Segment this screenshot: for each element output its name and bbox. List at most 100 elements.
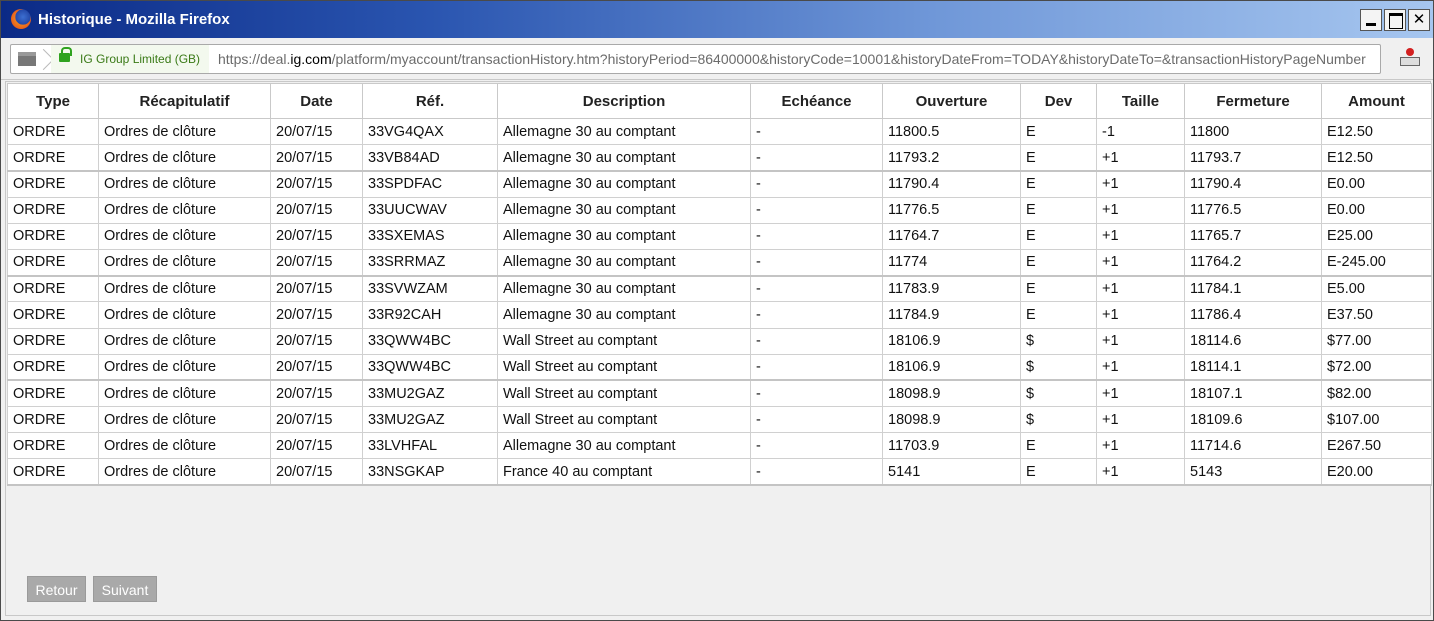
cell-description: Wall Street au comptant [497, 353, 751, 381]
table-row: ORDRE Ordres de clôture 20/07/15 33SPDFAC Al… [7, 169, 1432, 198]
cell-date: 20/07/15 [270, 274, 363, 303]
cell-opening: 18098.9 [882, 406, 1021, 434]
cell-description: Allemagne 30 au comptant [497, 301, 751, 329]
cell-amount: $72.00 [1321, 353, 1432, 381]
cell-summary: Ordres de clôture [98, 432, 271, 460]
cell-date: 20/07/15 [270, 169, 363, 198]
cell-summary: Ordres de clôture [98, 353, 271, 381]
cell-ref: 33LVHFAL [362, 432, 498, 460]
cell-date: 20/07/15 [270, 432, 363, 460]
cell-amount: E0.00 [1321, 196, 1432, 224]
table-row: ORDRE Ordres de clôture 20/07/15 33QWW4BC Wa… [7, 327, 1432, 355]
cell-closing: 11776.5 [1184, 196, 1322, 224]
title-bar[interactable]: Historique - Mozilla Firefox ✕ [1, 1, 1433, 38]
cell-closing: 11790.4 [1184, 169, 1322, 198]
column-header-description: Description [497, 83, 751, 119]
page-content: Type Récapitulatif Date Réf. Description Eché… [5, 81, 1432, 616]
table-row: ORDRE Ordres de clôture 20/07/15 33QWW4BC Wa… [7, 353, 1432, 381]
cell-amount: E37.50 [1321, 301, 1432, 329]
table-row: ORDRE Ordres de clôture 20/07/15 33VG4QAX Al… [7, 117, 1432, 146]
cell-description: Allemagne 30 au comptant [497, 169, 751, 198]
cell-type: ORDRE [7, 406, 99, 434]
column-header-amount: Amount [1321, 83, 1432, 119]
cell-currency: E [1020, 196, 1097, 224]
cell-amount: E0.00 [1321, 169, 1432, 198]
cell-amount: E25.00 [1321, 222, 1432, 250]
cell-currency: E [1020, 144, 1097, 172]
cell-date: 20/07/15 [270, 458, 363, 487]
cell-opening: 11774 [882, 248, 1021, 277]
cell-expiry: - [750, 406, 883, 434]
cell-summary: Ordres de clôture [98, 458, 271, 487]
url-path: /platform/myaccount/transactionHistory.h… [331, 51, 1366, 67]
url-bar[interactable]: IG Group Limited (GB) https://deal.ig.co… [10, 44, 1381, 74]
cell-ref: 33R92CAH [362, 301, 498, 329]
cell-expiry: - [750, 222, 883, 250]
cell-size: +1 [1096, 301, 1185, 329]
cell-description: Wall Street au comptant [497, 379, 751, 408]
cell-opening: 11784.9 [882, 301, 1021, 329]
url-text[interactable]: https://deal.ig.com/platform/myaccount/t… [218, 51, 1374, 67]
cell-type: ORDRE [7, 274, 99, 303]
cell-size: -1 [1096, 117, 1185, 146]
cell-currency: E [1020, 169, 1097, 198]
cell-date: 20/07/15 [270, 406, 363, 434]
cell-ref: 33QWW4BC [362, 327, 498, 355]
close-button[interactable]: ✕ [1408, 9, 1430, 31]
transaction-history-table: Type Récapitulatif Date Réf. Description Eché… [7, 83, 1432, 487]
window-title: Historique - Mozilla Firefox [38, 11, 230, 28]
cell-currency: E [1020, 301, 1097, 329]
cell-closing: 11793.7 [1184, 144, 1322, 172]
cell-description: Allemagne 30 au comptant [497, 196, 751, 224]
cell-ref: 33SPDFAC [362, 169, 498, 198]
maximize-button[interactable] [1384, 9, 1406, 31]
site-identity[interactable]: IG Group Limited (GB) [51, 45, 209, 73]
cell-closing: 18114.1 [1184, 353, 1322, 381]
cell-size: +1 [1096, 432, 1185, 460]
cell-summary: Ordres de clôture [98, 301, 271, 329]
cell-expiry: - [750, 117, 883, 146]
cell-description: Allemagne 30 au comptant [497, 117, 751, 146]
lock-icon [59, 47, 72, 62]
cell-opening: 11764.7 [882, 222, 1021, 250]
table-row: ORDRE Ordres de clôture 20/07/15 33SVWZAM Al… [7, 274, 1432, 303]
cell-currency: E [1020, 248, 1097, 277]
cell-summary: Ordres de clôture [98, 248, 271, 277]
cell-description: Allemagne 30 au comptant [497, 144, 751, 172]
cell-size: +1 [1096, 379, 1185, 408]
next-button[interactable]: Suivant [93, 576, 157, 602]
cell-date: 20/07/15 [270, 196, 363, 224]
table-header-row: Type Récapitulatif Date Réf. Description Eché… [7, 83, 1432, 119]
cell-currency: $ [1020, 327, 1097, 355]
cell-date: 20/07/15 [270, 248, 363, 277]
cell-opening: 11790.4 [882, 169, 1021, 198]
minimize-button[interactable] [1360, 9, 1382, 31]
table-row: ORDRE Ordres de clôture 20/07/15 33SRRMAZ Al… [7, 248, 1432, 277]
cell-summary: Ordres de clôture [98, 144, 271, 172]
cell-size: +1 [1096, 248, 1185, 277]
cell-size: +1 [1096, 274, 1185, 303]
cell-ref: 33QWW4BC [362, 353, 498, 381]
cell-ref: 33SVWZAM [362, 274, 498, 303]
column-header-size: Taille [1096, 83, 1185, 119]
cell-currency: E [1020, 222, 1097, 250]
cell-ref: 33VG4QAX [362, 117, 498, 146]
extension-icon[interactable] [1399, 48, 1420, 66]
cell-ref: 33UUCWAV [362, 196, 498, 224]
cell-summary: Ordres de clôture [98, 406, 271, 434]
cell-date: 20/07/15 [270, 327, 363, 355]
cell-amount: E-245.00 [1321, 248, 1432, 277]
cell-closing: 11765.7 [1184, 222, 1322, 250]
cell-expiry: - [750, 274, 883, 303]
table-row: ORDRE Ordres de clôture 20/07/15 33LVHFAL Al… [7, 432, 1432, 460]
cell-type: ORDRE [7, 169, 99, 198]
cell-opening: 11703.9 [882, 432, 1021, 460]
cell-type: ORDRE [7, 144, 99, 172]
cell-summary: Ordres de clôture [98, 222, 271, 250]
cell-currency: E [1020, 274, 1097, 303]
previous-button[interactable]: Retour [27, 576, 86, 602]
cell-description: Allemagne 30 au comptant [497, 248, 751, 277]
cell-size: +1 [1096, 353, 1185, 381]
cell-closing: 11764.2 [1184, 248, 1322, 277]
cell-ref: 33SXEMAS [362, 222, 498, 250]
